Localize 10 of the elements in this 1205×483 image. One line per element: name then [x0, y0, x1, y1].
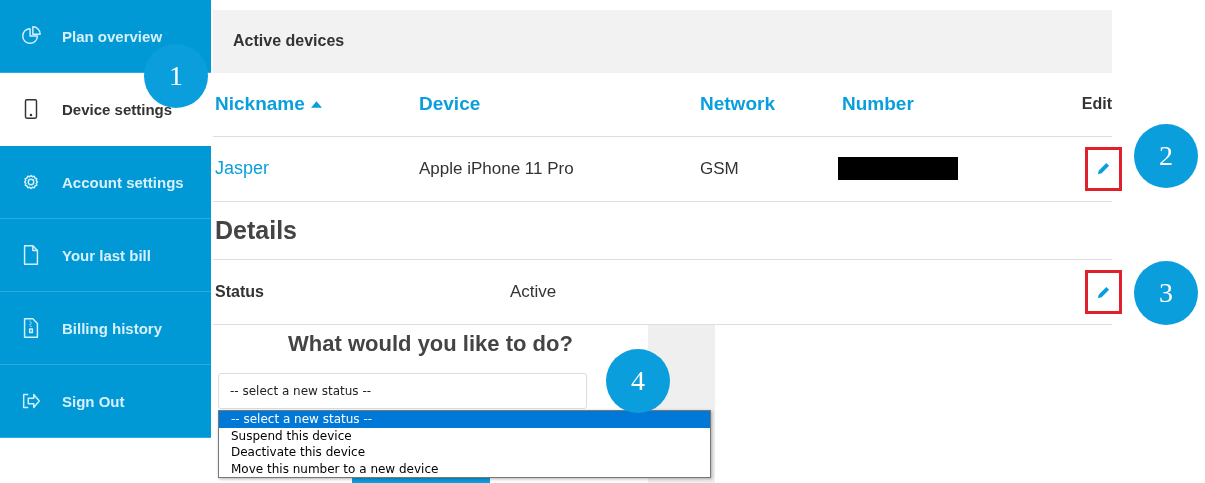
table-cell: GSM: [700, 159, 739, 179]
field-label: Status: [214, 283, 265, 302]
panel-heading: What would you like to do?: [288, 331, 573, 357]
callout-tooltip: 2: [1134, 124, 1198, 188]
details-heading: Details: [213, 201, 1112, 261]
column-header: Edit: [1081, 95, 1112, 114]
table-cell: Apple iPhone 11 Pro: [419, 159, 574, 179]
callout-tooltip: 3: [1134, 261, 1198, 325]
section-title: Active devices: [233, 32, 345, 51]
field-value: Active: [510, 282, 558, 303]
